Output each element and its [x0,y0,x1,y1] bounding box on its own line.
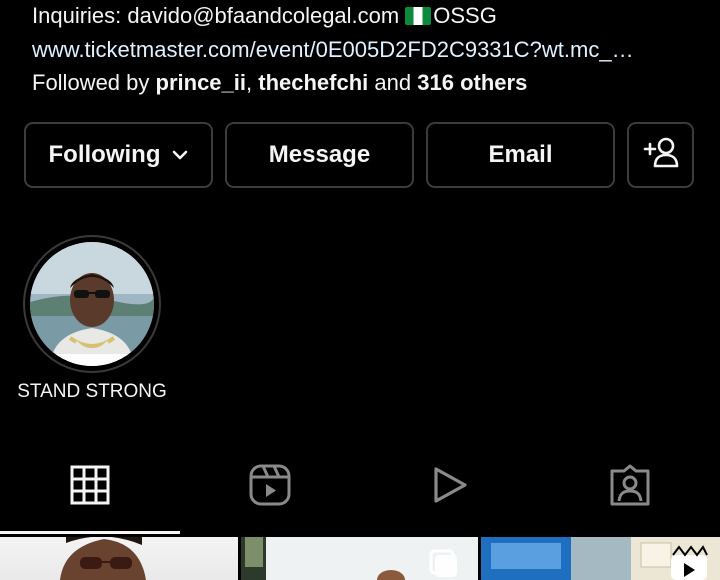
tab-posts-grid[interactable] [0,455,180,519]
selected-tab-indicator [0,531,180,534]
nigeria-flag-icon [405,7,432,25]
message-label: Message [268,141,371,168]
followed-by-prefix: Followed by [32,70,150,95]
add-user-button[interactable] [627,122,694,188]
tagged-person-icon [608,463,652,512]
followed-by-line[interactable]: Followed by prince_ii, thechefchi and 31… [32,69,527,97]
bio-link[interactable]: www.ticketmaster.com/event/0E005D2FD2C93… [32,36,692,64]
chevron-down-icon [172,150,188,160]
tab-reels[interactable] [180,455,360,519]
story-highlight[interactable] [23,235,161,373]
followed-others[interactable]: 316 others [417,70,527,95]
followed-user-2[interactable]: thechefchi [258,70,368,95]
post-thumbnail-3[interactable] [481,537,720,580]
bio-inquiries-line: Inquiries: davido@bfaandcolegal.com OSSG [32,2,497,30]
post-thumbnail-2[interactable] [241,537,478,580]
story-highlight-image [30,242,154,366]
bio-inquiries-text: Inquiries: davido@bfaandcolegal.com [32,3,400,28]
reels-icon [248,463,292,512]
following-button[interactable]: Following [24,122,213,188]
post-thumbnail-1[interactable] [0,537,238,580]
tab-tagged[interactable] [540,455,720,519]
add-person-icon [642,136,680,175]
following-label: Following [48,141,161,168]
email-button[interactable]: Email [426,122,615,188]
tab-videos[interactable] [360,455,540,519]
followed-and: and [374,70,412,95]
bio-inquiries-suffix: OSSG [433,3,497,28]
followed-separator: , [246,70,253,95]
grid-icon [70,465,110,510]
profile-page: Inquiries: davido@bfaandcolegal.com OSSG … [0,0,720,580]
play-icon [430,465,470,510]
email-label: Email [488,141,553,168]
message-button[interactable]: Message [225,122,414,188]
followed-user-1[interactable]: prince_ii [156,70,246,95]
story-highlight-label: STAND STRONG [17,381,167,402]
